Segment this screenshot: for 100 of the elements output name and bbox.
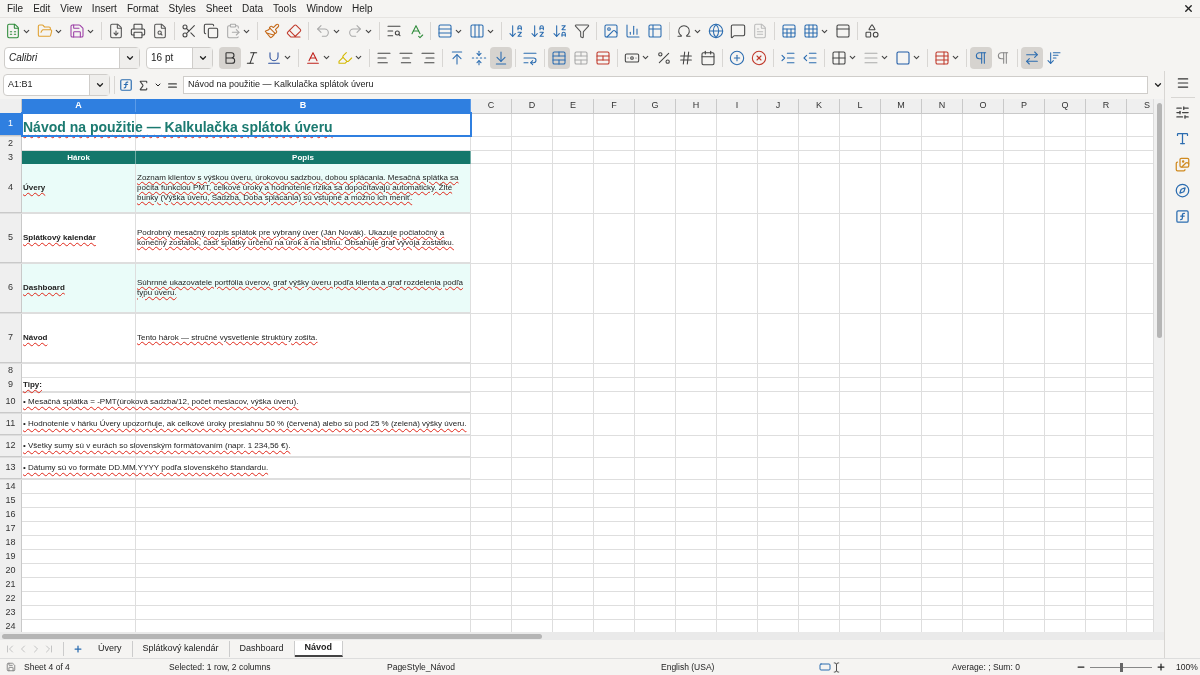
column-header[interactable]: H [676, 99, 717, 114]
sigma-icon[interactable] [137, 78, 150, 92]
row-header[interactable]: 2 [0, 137, 22, 152]
italic-icon [244, 49, 260, 66]
title-cell: Návod na použitie — Kalkulačka splátok úveru [22, 113, 471, 136]
menu-item[interactable]: Tools [268, 1, 302, 16]
column-header[interactable]: G [635, 99, 676, 114]
row-header[interactable]: 12 [0, 436, 22, 457]
row-header[interactable]: 11 [0, 414, 22, 435]
sheet-name-cell: Úvery [22, 164, 136, 213]
formula-input[interactable]: Návod na použitie — Kalkulačka splátok úveru [183, 76, 1148, 94]
text-cursor-icon[interactable] [831, 661, 842, 673]
row-header[interactable]: 20 [0, 564, 22, 579]
row-header[interactable]: 8 [0, 364, 22, 379]
row-header[interactable]: 16 [0, 508, 22, 523]
row-header[interactable]: 5 [0, 214, 22, 263]
column-header[interactable]: S [1127, 99, 1153, 114]
sheet-tab[interactable]: Splátkový kalendár [132, 641, 230, 657]
date-format-icon [700, 49, 716, 66]
column-header[interactable]: E [553, 99, 594, 114]
font-name-field[interactable]: Calibri [4, 46, 140, 69]
menu-item[interactable]: File [2, 1, 29, 16]
row-header[interactable]: 6 [0, 264, 22, 313]
column-header[interactable]: L [840, 99, 881, 114]
sheet-count: Sheet 4 of 4 [24, 660, 71, 674]
left-to-right-button[interactable] [970, 46, 992, 69]
rows-icon [437, 23, 453, 39]
row-header[interactable]: 21 [0, 578, 22, 593]
row-header[interactable]: 7 [0, 314, 22, 363]
menu-icon[interactable] [1175, 76, 1190, 90]
menu-item[interactable]: Data [236, 1, 269, 16]
properties-icon[interactable] [1175, 105, 1190, 120]
functions-icon[interactable] [1175, 209, 1190, 224]
function-wizard-icon[interactable] [119, 78, 133, 92]
number-format-icon [678, 49, 694, 66]
zoom-in-icon[interactable] [1156, 662, 1166, 672]
column-header[interactable]: F [594, 99, 635, 114]
row-header[interactable]: 14 [0, 480, 22, 495]
text-direction-button[interactable] [1021, 46, 1043, 69]
horizontal-scrollbar[interactable] [0, 632, 1164, 640]
row-header[interactable]: 15 [0, 494, 22, 509]
add-sheet-icon[interactable] [73, 644, 83, 654]
merge-center-button[interactable] [548, 46, 570, 69]
sheet-tab[interactable]: Dashboard [229, 641, 295, 657]
sheet-tab[interactable]: Návod [294, 641, 344, 657]
column-header[interactable]: M [881, 99, 922, 114]
caret-icon [354, 53, 363, 62]
column-header[interactable]: A [22, 99, 136, 114]
row-header[interactable]: 17 [0, 522, 22, 537]
menu-item[interactable]: Sheet [200, 1, 237, 16]
vertical-text-icon [1046, 49, 1062, 66]
caret-icon [848, 53, 857, 62]
row-header[interactable]: 24 [0, 620, 22, 632]
row-header[interactable]: 1 [0, 113, 22, 136]
row-header[interactable]: 9 [0, 378, 22, 393]
bold-button[interactable] [219, 46, 241, 69]
row-header[interactable]: 22 [0, 592, 22, 607]
row-header[interactable]: 23 [0, 606, 22, 621]
menu-item[interactable]: Window [301, 1, 347, 16]
menu-item[interactable]: Insert [86, 1, 122, 16]
zoom-slider-thumb[interactable] [1120, 662, 1123, 672]
menu-item[interactable]: Format [121, 1, 164, 16]
row-header[interactable]: 10 [0, 392, 22, 413]
styles-icon[interactable] [1175, 131, 1190, 146]
vertical-scrollbar[interactable] [1153, 99, 1164, 632]
menu-item[interactable]: Edit [28, 1, 56, 16]
tip-cell: • Dátumy sú vo formáte DD.MM.YYYY podľa slovenského štandardu. [22, 458, 471, 479]
column-header[interactable]: I [717, 99, 758, 114]
caret-icon[interactable] [154, 81, 162, 89]
gallery-icon[interactable] [1175, 157, 1190, 172]
menu-item[interactable]: View [55, 1, 87, 16]
column-header[interactable]: Q [1045, 99, 1086, 114]
column-header[interactable]: B [136, 99, 471, 114]
select-all-corner[interactable] [0, 99, 22, 114]
menu-item[interactable]: Help [347, 1, 378, 16]
page-style: PageStyle_Návod [387, 660, 457, 674]
column-header[interactable]: J [758, 99, 799, 114]
column-header[interactable]: P [1004, 99, 1045, 114]
row-header[interactable]: 4 [0, 164, 22, 213]
column-header[interactable]: K [799, 99, 840, 114]
row-header[interactable]: 18 [0, 536, 22, 551]
selection-mode-icon[interactable] [819, 661, 831, 673]
paintbrush-icon [264, 23, 280, 39]
column-header[interactable]: N [922, 99, 963, 114]
columns-icon [469, 23, 485, 39]
expand-formula-icon[interactable] [1153, 80, 1163, 90]
menu-item[interactable]: Styles [163, 1, 201, 16]
font-size-field[interactable]: 16 pt [146, 46, 213, 69]
column-header[interactable]: C [471, 99, 512, 114]
column-header[interactable]: D [512, 99, 553, 114]
align-bottom-button[interactable] [490, 46, 512, 69]
sheet-tab[interactable]: Úvery [88, 641, 133, 657]
column-header[interactable]: O [963, 99, 1004, 114]
name-box[interactable]: A1:B1 [3, 74, 110, 96]
column-header[interactable]: R [1086, 99, 1127, 114]
row-header[interactable]: 13 [0, 458, 22, 479]
close-icon[interactable] [1183, 3, 1194, 14]
row-header[interactable]: 19 [0, 550, 22, 565]
navigator-icon[interactable] [1175, 183, 1190, 198]
row-header[interactable]: 3 [0, 151, 22, 166]
